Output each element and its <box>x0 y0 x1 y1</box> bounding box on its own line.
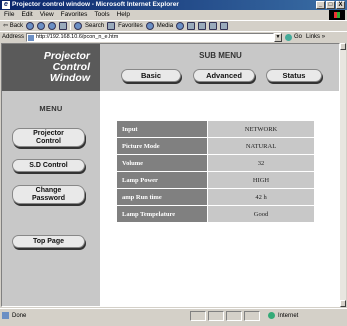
edit-icon[interactable] <box>209 22 218 30</box>
forward-icon[interactable] <box>26 22 35 30</box>
tab-basic[interactable]: Basic <box>121 69 181 82</box>
status-cell <box>226 311 242 321</box>
page-content: Projector Control Window MENU Projector … <box>1 43 340 307</box>
status-cell <box>208 311 224 321</box>
button-label: Top Page <box>33 237 64 245</box>
button-label: Password <box>31 194 66 202</box>
media-button[interactable]: Media <box>157 21 173 32</box>
favorites-button[interactable]: Favorites <box>118 21 143 32</box>
status-table: Input NETWORK Picture Mode NATURAL Volum… <box>116 120 315 223</box>
table-row: Picture Mode NATURAL <box>117 138 314 154</box>
internet-zone-icon <box>268 312 275 319</box>
window-title-bar: e Projector control window - Microsoft I… <box>0 0 347 10</box>
media-icon[interactable] <box>145 22 154 30</box>
status-text: Done <box>12 312 27 319</box>
brand-line-3: Window <box>49 72 90 84</box>
button-label: Change <box>35 187 62 194</box>
menu-help[interactable]: Help <box>117 10 130 20</box>
address-dropdown-button[interactable]: ▼ <box>274 32 283 42</box>
button-label: Projector <box>33 130 64 137</box>
ie-icon: e <box>2 1 10 9</box>
maximize-button[interactable]: □ <box>326 1 335 9</box>
status-done: Done <box>2 312 26 319</box>
row-value: NATURAL <box>208 138 314 154</box>
links-button[interactable]: Links » <box>306 34 325 40</box>
brand-title: Projector Control Window <box>2 44 100 91</box>
button-label: S.D Control <box>29 161 68 169</box>
table-row: Lamp Power HIGH <box>117 172 314 188</box>
change-password-button[interactable]: Change Password <box>12 185 85 204</box>
zone-label: Internet <box>278 312 299 319</box>
menu-edit[interactable]: Edit <box>21 10 32 20</box>
tab-advanced[interactable]: Advanced <box>193 69 255 82</box>
window-controls: _ □ X <box>316 1 345 9</box>
row-value: 42 h <box>208 189 314 205</box>
toolbar-separator <box>70 22 72 30</box>
favorites-icon[interactable] <box>107 22 116 30</box>
windows-logo-icon <box>329 10 345 20</box>
row-value: NETWORK <box>208 121 314 137</box>
menu-file[interactable]: File <box>4 10 14 20</box>
submenu-header: SUB MENU Basic Advanced Status <box>100 44 339 91</box>
table-row: Volume 32 <box>117 155 314 171</box>
search-button[interactable]: Search <box>85 21 104 32</box>
toolbar: ⇦ Back Search Favorites Media <box>0 20 347 31</box>
address-input[interactable]: http://192.168.10.6/pcon_n_e.htm <box>26 32 275 42</box>
refresh-icon[interactable] <box>48 22 57 30</box>
sidebar: Projector Control Window MENU Projector … <box>2 44 100 306</box>
top-page-button[interactable]: Top Page <box>12 235 85 248</box>
table-row: Lamp Tempelature Good <box>117 206 314 222</box>
vertical-scrollbar[interactable] <box>340 43 346 307</box>
window-title: Projector control window - Microsoft Int… <box>12 1 179 8</box>
row-value: HIGH <box>208 172 314 188</box>
status-cell <box>190 311 206 321</box>
row-key: amp Run time <box>117 189 207 205</box>
row-value: 32 <box>208 155 314 171</box>
menu-bar: File Edit View Favorites Tools Help <box>0 10 347 20</box>
minimize-button[interactable]: _ <box>316 1 325 9</box>
address-bar: Address http://192.168.10.6/pcon_n_e.htm… <box>0 31 347 42</box>
main-panel: SUB MENU Basic Advanced Status Input NET… <box>100 44 339 306</box>
search-icon[interactable] <box>74 22 83 30</box>
page-icon <box>28 34 35 41</box>
home-icon[interactable] <box>59 22 68 30</box>
row-key: Lamp Tempelature <box>117 206 207 222</box>
go-button[interactable]: Go <box>285 33 303 41</box>
table-row: Input NETWORK <box>117 121 314 137</box>
close-button[interactable]: X <box>336 1 345 9</box>
scroll-down-button[interactable] <box>340 300 346 307</box>
sd-control-button[interactable]: S.D Control <box>12 159 85 172</box>
button-label: Control <box>36 137 61 145</box>
stop-icon[interactable] <box>37 22 46 30</box>
go-arrow-icon <box>285 33 293 41</box>
go-label: Go <box>294 34 303 40</box>
scroll-up-button[interactable] <box>340 43 346 50</box>
row-key: Lamp Power <box>117 172 207 188</box>
row-value: Good <box>208 206 314 222</box>
print-icon[interactable] <box>198 22 207 30</box>
mail-icon[interactable] <box>187 22 196 30</box>
row-key: Volume <box>117 155 207 171</box>
security-zone: Internet <box>268 312 298 319</box>
status-cell <box>244 311 260 321</box>
address-label: Address <box>2 34 25 40</box>
back-button[interactable]: ⇦ Back <box>3 21 23 32</box>
table-row: amp Run time 42 h <box>117 189 314 205</box>
status-bar: Done Internet <box>0 308 347 326</box>
submenu-title: SUB MENU <box>199 51 242 60</box>
menu-view[interactable]: View <box>40 10 54 20</box>
history-icon[interactable] <box>176 22 185 30</box>
menu-title: MENU <box>39 104 63 113</box>
row-key: Input <box>117 121 207 137</box>
tab-status[interactable]: Status <box>266 69 322 82</box>
row-key: Picture Mode <box>117 138 207 154</box>
discuss-icon[interactable] <box>220 22 229 30</box>
projector-control-button[interactable]: Projector Control <box>12 128 85 147</box>
page-done-icon <box>2 312 9 319</box>
address-url: http://192.168.10.6/pcon_n_e.htm <box>36 33 119 40</box>
menu-favorites[interactable]: Favorites <box>61 10 88 20</box>
menu-tools[interactable]: Tools <box>94 10 109 20</box>
